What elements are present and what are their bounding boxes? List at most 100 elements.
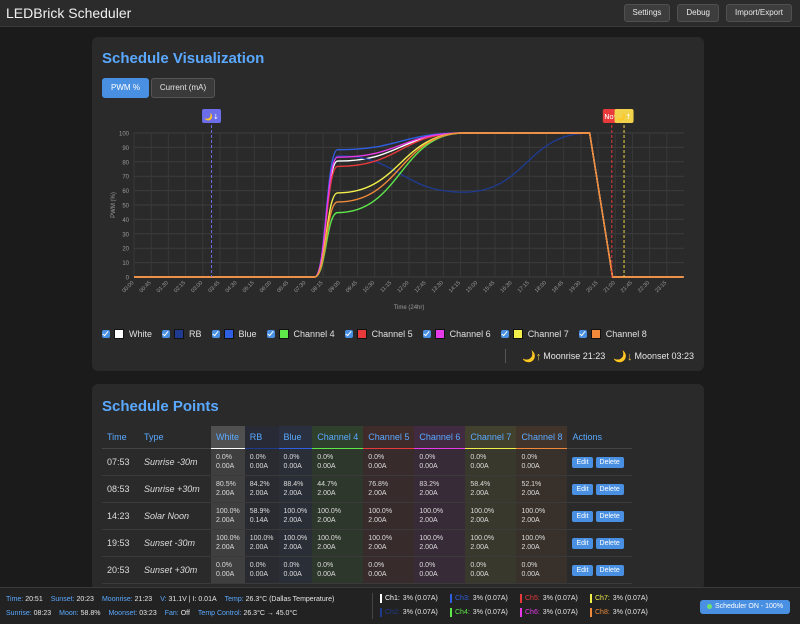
import-export-button[interactable]: Import/Export	[725, 4, 792, 22]
channel-value-cell: 88.4% 2.00A	[278, 475, 313, 503]
schedule-chart: 0 10 20 30 40 50 60 70 80 90 100 00:00 00:45 01:30 02:…	[111, 109, 684, 311]
pwm-value: 100.0%	[283, 508, 308, 515]
legend-checkbox[interactable]	[266, 330, 275, 338]
pwm-value: 100.0%	[521, 508, 546, 515]
status-key: Moonrise:	[101, 596, 133, 603]
status-key: Temp Control:	[197, 610, 242, 617]
column-header-channel: Blue	[278, 426, 313, 449]
legend-checkbox[interactable]	[211, 330, 220, 338]
current-value: 0.00A	[521, 571, 540, 578]
row-actions: Edit Delete	[567, 556, 632, 584]
channel-value-cell: 0.0% 0.00A	[465, 448, 517, 476]
channel-value-cell: 44.7% 2.00A	[312, 475, 364, 503]
legend-checkbox[interactable]	[500, 330, 509, 338]
channel-status: Ch6: 3% (0.07A)	[520, 608, 578, 617]
current-value: 2.00A	[216, 490, 235, 497]
current-value: 0.00A	[368, 463, 387, 470]
pwm-value: 0.0%	[283, 562, 300, 569]
moonrise-label: Moonrise 21:23	[543, 351, 606, 361]
edit-button[interactable]: Edit	[572, 456, 593, 468]
schedule-points-title: Schedule Points	[102, 398, 219, 415]
legend-checkbox[interactable]	[102, 330, 110, 338]
column-header-actions: Actions	[567, 426, 632, 449]
channel-value-cell: 0.0% 0.00A	[363, 556, 415, 584]
legend-item-channel-6[interactable]: Channel 6	[422, 329, 491, 339]
status-item: Sunset: 20:23	[51, 596, 94, 603]
channel-value: 3% (0.07A)	[472, 595, 508, 602]
current-value: 2.00A	[368, 517, 387, 524]
edit-button[interactable]: Edit	[572, 537, 593, 549]
channel-color-bar	[590, 608, 592, 617]
legend-label: Channel 5	[371, 329, 413, 339]
channel-label: Ch8:	[595, 609, 610, 616]
legend-checkbox[interactable]	[578, 330, 587, 338]
status-value: 20:23	[76, 596, 94, 603]
schedule-table: Time Type White RB Blue Channel 4 Channel 5 Cha…	[102, 426, 632, 584]
x-tick-label: 00:00	[121, 280, 135, 294]
x-tick-label: 23:15	[654, 280, 668, 294]
legend-item-channel-7[interactable]: Channel 7	[500, 329, 569, 339]
channel-value-cell: 100.0% 2.00A	[363, 529, 415, 557]
current-value: 2.00A	[283, 490, 302, 497]
y-tick-label: 70	[122, 175, 129, 181]
debug-button[interactable]: Debug	[677, 4, 719, 22]
delete-button[interactable]: Delete	[595, 564, 624, 576]
delete-button[interactable]: Delete	[595, 456, 624, 468]
edit-button[interactable]: Edit	[572, 483, 593, 495]
column-header-type: Type	[139, 426, 211, 449]
delete-button[interactable]: Delete	[595, 510, 624, 522]
current-value: 2.00A	[317, 517, 336, 524]
y-tick-label: 60	[122, 189, 129, 195]
current-value: 2.00A	[317, 544, 336, 551]
legend-checkbox[interactable]	[344, 330, 353, 338]
pwm-value: 100.0%	[216, 535, 240, 542]
current-value: 2.00A	[216, 544, 235, 551]
row-type: Sunrise -30m	[139, 448, 211, 476]
status-item: Time: 20:51	[6, 596, 43, 603]
channel-status: Ch1: 3% (0.07A)	[380, 594, 438, 603]
current-value: 0.14A	[249, 517, 269, 524]
x-tick-label: 14:15	[448, 280, 462, 294]
legend-item-channel-4[interactable]: Channel 4	[266, 329, 335, 339]
moonrise-info: 🌙↑ Moonrise 21:23	[522, 350, 605, 363]
y-tick-label: 0	[126, 276, 130, 282]
edit-button[interactable]: Edit	[572, 510, 593, 522]
pwm-toggle-button[interactable]: PWM %	[102, 78, 149, 98]
current-value: 0.00A	[470, 571, 489, 578]
channel-value-cell: 0.0% 0.00A	[278, 448, 313, 476]
y-tick-label: 40	[122, 218, 129, 224]
current-value: 2.00A	[249, 490, 269, 497]
settings-button[interactable]: Settings	[623, 4, 671, 22]
pwm-value: 0.0%	[216, 454, 232, 461]
scheduler-toggle-button[interactable]: Scheduler ON - 100%	[700, 600, 790, 614]
legend-item-blue[interactable]: Blue	[211, 329, 257, 339]
pwm-value: 100.0%	[419, 535, 444, 542]
status-key: Moonset:	[108, 610, 138, 617]
row-time: 07:53	[102, 448, 139, 476]
current-value: 2.00A	[470, 490, 489, 497]
current-value: 0.00A	[419, 571, 438, 578]
current-value: 0.00A	[249, 463, 269, 470]
y-tick-label: 90	[122, 146, 129, 152]
top-button-group: Settings Debug Import/Export	[623, 4, 792, 22]
current-value: 0.00A	[216, 571, 235, 578]
legend-item-rb[interactable]: RB	[162, 329, 202, 339]
current-toggle-button[interactable]: Current (mA)	[151, 78, 215, 98]
legend-item-white[interactable]: White	[102, 329, 152, 339]
delete-button[interactable]: Delete	[595, 483, 624, 495]
legend-label: Channel 7	[527, 329, 569, 339]
legend-checkbox[interactable]	[422, 330, 431, 338]
status-item: Moon: 58.8%	[59, 610, 100, 617]
pwm-value: 0.0%	[470, 562, 487, 569]
legend-item-channel-5[interactable]: Channel 5	[344, 329, 413, 339]
channel-value-cell: 76.8% 2.00A	[363, 475, 415, 503]
channel-value-cell: 0.0% 0.00A	[465, 556, 517, 584]
legend-checkbox[interactable]	[162, 330, 171, 338]
delete-button[interactable]: Delete	[595, 537, 624, 549]
status-row-1: Time: 20:51 Sunset: 20:23 Moonrise: 21:23 V…	[6, 596, 334, 603]
y-tick-label: 100	[119, 132, 130, 138]
legend-item-channel-8[interactable]: Channel 8	[578, 329, 647, 339]
table-header-row: Time Type White RB Blue Channel 4 Channel 5 Cha…	[102, 426, 632, 449]
edit-button[interactable]: Edit	[572, 564, 593, 576]
channel-value-cell: 100.0% 2.00A	[363, 502, 415, 530]
